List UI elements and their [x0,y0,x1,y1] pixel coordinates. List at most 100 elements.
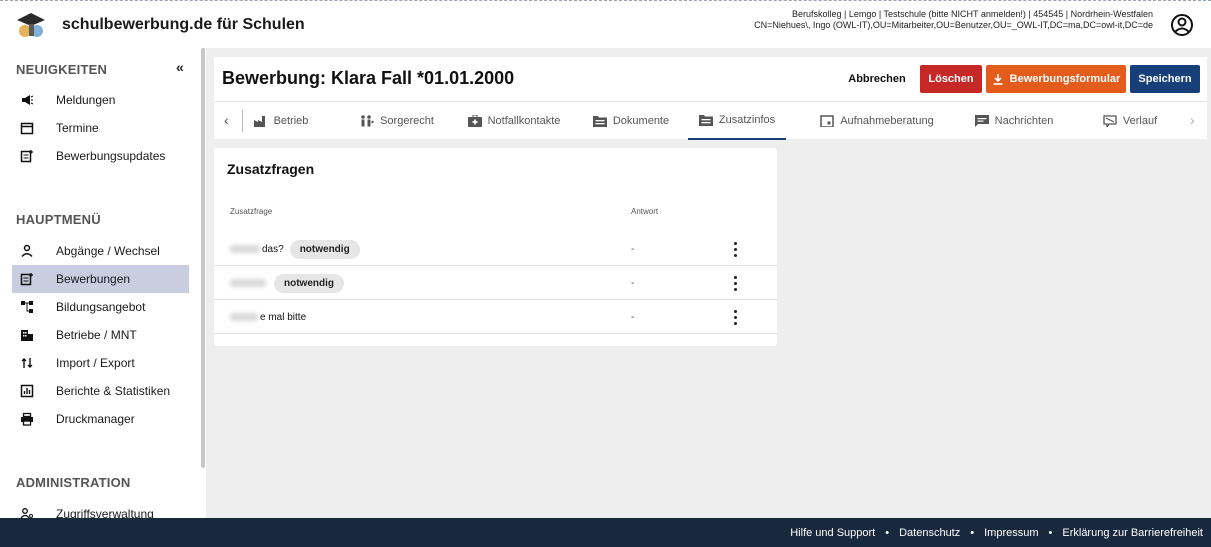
application-form-label: Bewerbungsformular [1009,73,1121,85]
sidebar-heading-main: HAUPTMENÜ [16,212,101,227]
download-icon [992,73,1004,85]
cancel-button[interactable]: Abbrechen [842,65,912,93]
document-update-icon [20,271,40,287]
medical-kit-icon [467,114,482,127]
tab-scroll-left-icon[interactable]: ‹ [224,112,229,128]
tab-label: Aufnahmeberatung [840,115,934,127]
sidebar-item-bewerbungen[interactable]: Bewerbungen [12,265,189,293]
page-title: Bewerbung: Klara Fall *01.01.2000 [222,68,515,88]
sidebar-item-betriebe-mnt[interactable]: Betriebe / MNT [14,321,189,349]
table-row[interactable]: e mal bitte - [214,300,777,334]
graduation-cap-logo-icon[interactable] [16,10,46,40]
tab-zusatzinfos[interactable]: Zusatzinfos [688,102,786,140]
tab-bar: ‹ Betrieb Sorgerecht Notfallkontakte Dok… [214,101,1207,140]
document-update-icon [20,148,40,164]
sidebar-item-bewerbungsupdates[interactable]: Bewerbungsupdates [14,142,189,170]
calendar-event-icon [820,115,834,128]
footer-link-privacy[interactable]: Datenschutz [899,527,960,539]
tab-dokumente[interactable]: Dokumente [586,102,676,140]
footer-separator: • [1048,526,1053,539]
question-text: e mal bitte [260,311,307,323]
answer-cell: - [631,243,635,255]
card-title: Zusatzfragen [227,161,315,177]
tab-betrieb[interactable]: Betrieb [246,102,316,140]
tab-aufnahmeberatung[interactable]: Aufnahmeberatung [812,102,942,140]
answer-cell: - [631,311,635,323]
more-options-icon[interactable] [731,308,739,326]
sidebar-item-meldungen[interactable]: Meldungen [14,86,189,114]
question-text: das? [262,243,284,255]
sidebar-item-label: Zugriffsverwaltung [56,507,154,518]
sidebar-item-label: Druckmanager [56,412,135,426]
tab-label: Nachrichten [994,115,1054,127]
sidebar-item-label: Betriebe / MNT [56,328,137,342]
sidebar-scrollbar[interactable] [201,48,205,468]
delete-button[interactable]: Löschen [920,65,982,93]
required-badge: notwendig [274,273,344,293]
required-badge: notwendig [289,239,360,259]
question-cell: das? notwendig [230,232,360,266]
sidebar-item-import-export[interactable]: Import / Export [14,349,189,377]
table-row[interactable]: notwendig - [214,266,777,300]
more-options-icon[interactable] [731,274,739,292]
table-row[interactable]: das? notwendig - [214,232,777,266]
tab-divider [242,110,243,132]
answer-cell: - [631,277,635,289]
user-info-line1: Berufskolleg | Lemgo | Testschule (bitte… [791,9,1153,19]
megaphone-icon [20,92,40,108]
footer-separator: • [970,526,975,539]
sidebar-item-label: Bewerbungen [56,272,131,286]
sidebar-item-druckmanager[interactable]: Druckmanager [14,405,189,433]
sidebar-item-berichte-statistiken[interactable]: Berichte & Statistiken [14,377,189,405]
more-options-icon[interactable] [731,240,739,258]
sidebar-heading-admin: ADMINISTRATION [16,475,131,490]
tab-verlauf[interactable]: Verlauf [1090,102,1170,140]
sidebar-item-abgaenge-wechsel[interactable]: Abgänge / Wechsel [14,237,189,265]
sidebar-item-label: Import / Export [56,356,135,370]
import-export-icon [20,355,40,371]
footer-separator: • [885,526,890,539]
tab-label: Betrieb [273,115,309,127]
account-circle-icon[interactable] [1169,12,1195,38]
question-cell: notwendig [230,266,344,300]
tab-nachrichten[interactable]: Nachrichten [964,102,1064,140]
save-button[interactable]: Speichern [1130,65,1200,93]
sidebar-item-label: Berichte & Statistiken [56,384,171,398]
footer-link-accessibility[interactable]: Erklärung zur Barrierefreiheit [1062,527,1203,539]
sidebar-item-label: Meldungen [56,93,116,107]
tab-sorgerecht[interactable]: Sorgerecht [342,102,452,140]
footer: Hilfe und Support • Datenschutz • Impres… [0,518,1211,547]
application-form-button[interactable]: Bewerbungsformular [986,65,1126,93]
tab-label: Verlauf [1122,115,1158,127]
sidebar-item-label: Abgänge / Wechsel [56,244,160,258]
user-info-line2: CN=Niehues\, Ingo (OWL-IT),OU=Mitarbeite… [754,20,1153,30]
top-bar: schulbewerbung.de für Schulen Berufskoll… [0,0,1211,48]
additional-questions-card: Zusatzfragen Zusatzfrage Antwort das? no… [214,148,777,346]
page-header: Bewerbung: Klara Fall *01.01.2000 Abbrec… [214,57,1207,101]
building-icon [20,327,40,343]
sidebar-collapse-button[interactable]: « [176,59,184,75]
redacted-text [230,313,258,321]
sidebar-item-zugriffsverwaltung[interactable]: Zugriffsverwaltung [14,500,189,518]
family-icon [360,115,374,127]
printer-icon [20,411,40,427]
tab-label: Sorgerecht [380,115,434,127]
tab-label: Dokumente [612,115,670,127]
chart-icon [20,383,40,399]
tab-scroll-right-icon[interactable]: › [1190,112,1195,128]
user-info: Berufskolleg | Lemgo | Testschule (bitte… [754,9,1153,31]
folder-icon [592,115,607,127]
footer-link-help[interactable]: Hilfe und Support [790,527,875,539]
tab-notfallkontakte[interactable]: Notfallkontakte [454,102,574,140]
sidebar: NEUIGKEITEN « Meldungen Termine Bewerbun… [0,48,206,518]
app-title[interactable]: schulbewerbung.de für Schulen [62,16,305,34]
question-cell: e mal bitte [230,300,306,334]
footer-link-imprint[interactable]: Impressum [984,527,1038,539]
people-key-icon [20,506,40,518]
sidebar-item-label: Bildungsangebot [56,300,146,314]
column-header-answer: Antwort [631,207,659,216]
tab-label: Zusatzinfos [718,114,776,126]
sidebar-item-label: Bewerbungsupdates [56,149,166,163]
sidebar-item-bildungsangebot[interactable]: Bildungsangebot [14,293,189,321]
sidebar-item-termine[interactable]: Termine [14,114,189,142]
